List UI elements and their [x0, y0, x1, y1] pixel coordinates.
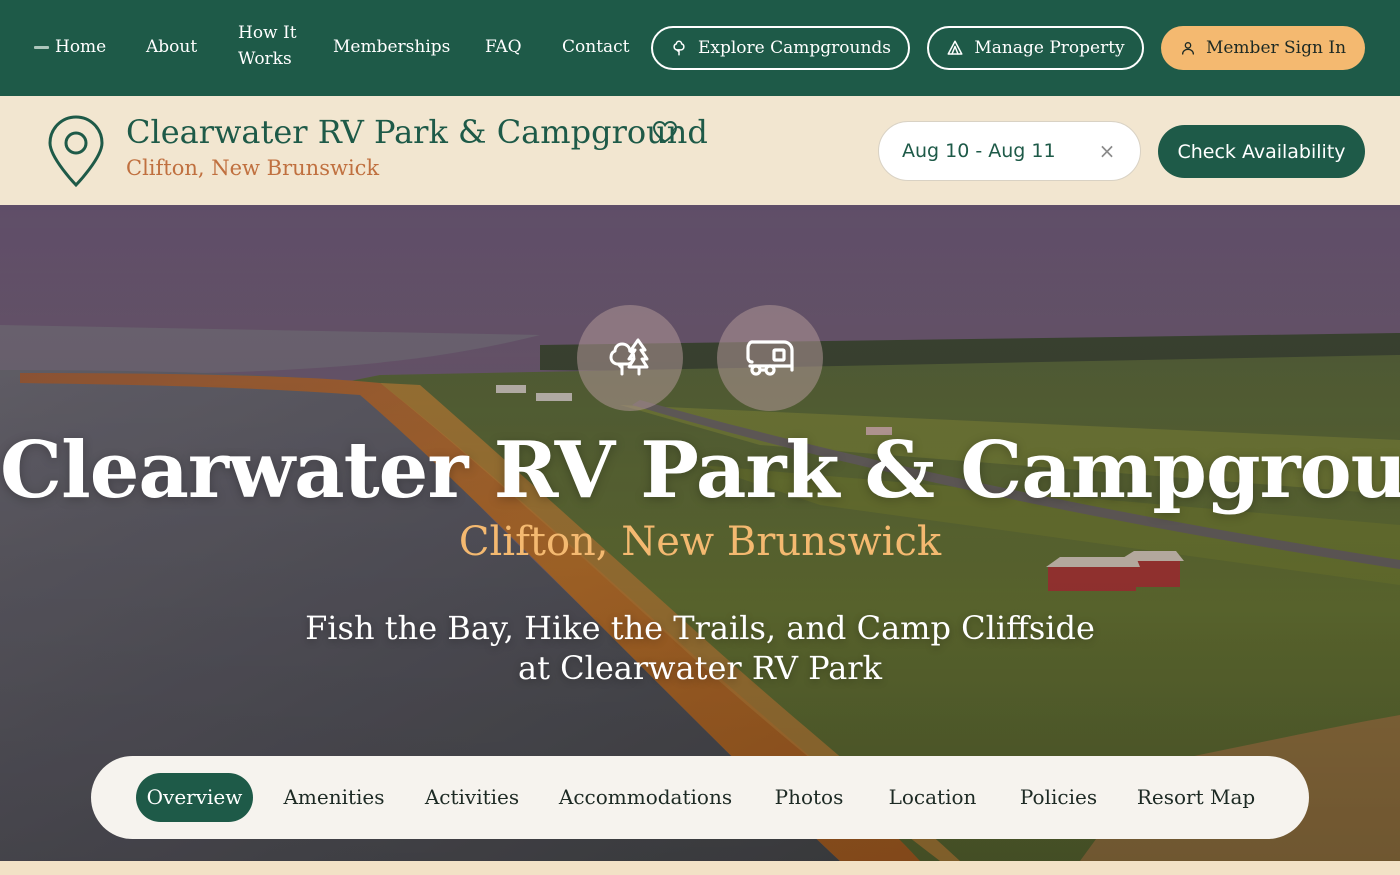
nav-home-label: Home — [55, 37, 107, 57]
rv-trailer-icon — [746, 340, 794, 376]
tab-resort-map[interactable]: Resort Map — [1131, 773, 1261, 822]
manage-property-label: Manage Property — [974, 38, 1125, 58]
check-availability-button[interactable]: Check Availability — [1158, 125, 1365, 178]
top-navigation: Home About How It Works Memberships FAQ … — [0, 0, 1400, 96]
nav-how-it-works-link[interactable]: How It Works — [238, 20, 298, 72]
page-bottom-strip — [0, 861, 1400, 875]
property-title: Clearwater RV Park & Campground — [126, 113, 708, 151]
nav-memberships-link[interactable]: Memberships — [333, 34, 450, 60]
date-range-value: Aug 10 - Aug 11 — [902, 140, 1056, 162]
tab-location[interactable]: Location — [880, 773, 985, 822]
nav-faq-link[interactable]: FAQ — [485, 34, 522, 60]
hero-location: Clifton, New Brunswick — [458, 519, 942, 565]
property-location: Clifton, New Brunswick — [126, 156, 380, 180]
hero-section: Clearwater RV Park & Campground Clifton,… — [0, 205, 1400, 861]
tab-accommodations[interactable]: Accommodations — [553, 773, 738, 822]
rv-amenity-badge — [717, 305, 823, 411]
home-mark-icon — [34, 45, 49, 49]
tab-overview[interactable]: Overview — [136, 773, 253, 822]
nav-about-link[interactable]: About — [146, 34, 197, 60]
manage-property-button[interactable]: Manage Property — [927, 26, 1144, 70]
member-sign-in-label: Member Sign In — [1205, 38, 1347, 58]
explore-campgrounds-button[interactable]: Explore Campgrounds — [651, 26, 910, 70]
hero-title: Clearwater RV Park & Campground — [0, 425, 1400, 516]
nav-contact-link[interactable]: Contact — [562, 34, 630, 60]
nav-home-link[interactable]: Home — [34, 34, 106, 60]
map-pin-icon — [48, 115, 104, 188]
tent-icon — [947, 40, 963, 55]
tab-policies[interactable]: Policies — [1011, 773, 1106, 822]
date-range-field[interactable]: Aug 10 - Aug 11 × — [878, 121, 1141, 181]
tree-icon — [673, 40, 685, 56]
tab-activities[interactable]: Activities — [417, 773, 527, 822]
heart-icon[interactable] — [652, 120, 678, 144]
trees-icon — [609, 338, 649, 376]
tab-photos[interactable]: Photos — [764, 773, 854, 822]
user-icon — [1181, 42, 1194, 55]
clear-icon[interactable]: × — [1096, 140, 1118, 162]
explore-campgrounds-label: Explore Campgrounds — [697, 38, 892, 58]
hero-tagline: Fish the Bay, Hike the Trails, and Camp … — [305, 609, 1095, 687]
trees-amenity-badge — [577, 305, 683, 411]
tab-amenities[interactable]: Amenities — [274, 773, 394, 822]
member-sign-in-button[interactable]: Member Sign In — [1161, 26, 1365, 70]
section-tabs: Overview Amenities Activities Accommodat… — [91, 756, 1309, 839]
